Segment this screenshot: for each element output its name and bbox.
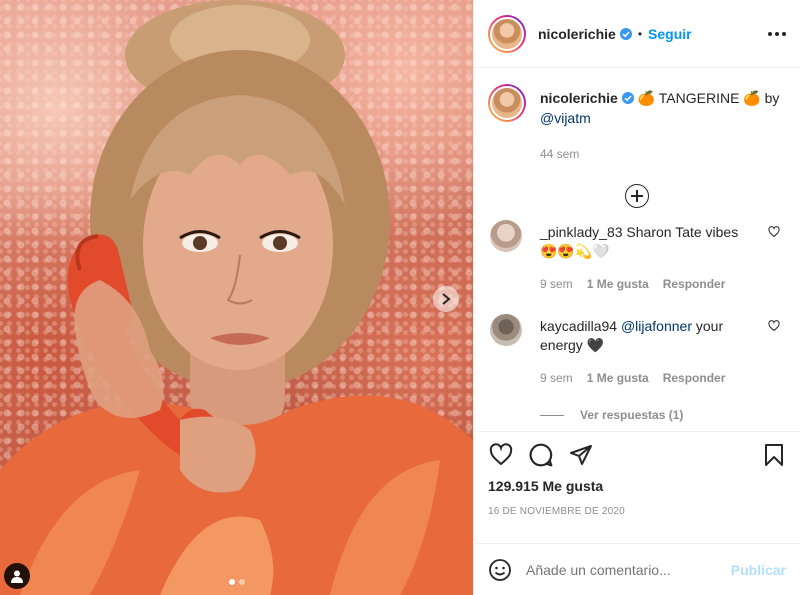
post-header: nicolerichie • Seguir — [474, 0, 800, 68]
action-row — [488, 442, 786, 468]
caption-body: nicolerichie 🍊 TANGERINE 🍊 by @vijatm 44… — [540, 84, 786, 164]
heart-icon[interactable] — [768, 226, 780, 238]
view-replies-button[interactable]: Ver respuestas (1) — [540, 408, 786, 422]
more-options-icon[interactable] — [768, 31, 786, 36]
view-replies-label: Ver respuestas (1) — [580, 408, 684, 422]
replies-divider — [540, 414, 564, 416]
paper-plane-icon — [570, 445, 592, 465]
emoji-button[interactable] — [488, 558, 512, 582]
post-date[interactable]: 16 DE NOVIEMBRE DE 2020 — [488, 506, 786, 517]
caption-text: 🍊 TANGERINE 🍊 by — [637, 90, 780, 106]
comment-button[interactable] — [528, 442, 554, 468]
share-button[interactable] — [568, 443, 594, 467]
comment-bubble-icon — [529, 443, 553, 467]
publish-button[interactable]: Publicar — [731, 562, 786, 578]
post-image[interactable] — [0, 0, 473, 595]
comment-avatar[interactable] — [490, 220, 522, 252]
bookmark-icon — [765, 444, 783, 466]
post-actions: 129.915 Me gusta 16 DE NOVIEMBRE DE 2020 — [474, 431, 800, 543]
comments-list[interactable]: nicolerichie 🍊 TANGERINE 🍊 by @vijatm 44… — [474, 68, 800, 431]
heart-icon — [489, 443, 513, 466]
reply-button[interactable]: Responder — [663, 275, 726, 294]
comment-body: _pinklady_83 Sharon Tate vibes 😍😍💫🤍 9 se… — [540, 220, 760, 294]
like-button[interactable] — [488, 443, 514, 467]
comment-likes[interactable]: 1 Me gusta — [587, 275, 649, 294]
user-icon — [11, 570, 23, 583]
heart-icon[interactable] — [768, 320, 780, 332]
comment-text: Sharon Tate vibes — [626, 224, 739, 240]
caption-username[interactable]: nicolerichie — [540, 90, 618, 106]
save-button[interactable] — [762, 442, 786, 468]
comment-likes[interactable]: 1 Me gusta — [587, 369, 649, 388]
comment-username[interactable]: _pinklady_83 — [540, 224, 623, 240]
carousel-dot-active — [228, 579, 235, 585]
carousel-dot — [238, 579, 245, 585]
comment-body: kaycadilla94 @lijafonner your energy 🖤 9… — [540, 314, 760, 388]
comment-avatar[interactable] — [490, 314, 522, 346]
comment-username[interactable]: kaycadilla94 — [540, 318, 617, 334]
carousel-next-button[interactable] — [433, 286, 459, 312]
load-more-comments[interactable] — [488, 184, 786, 208]
caption-timestamp[interactable]: 44 sem — [540, 144, 786, 164]
caption-avatar[interactable] — [488, 84, 526, 122]
tagged-users-button[interactable] — [4, 563, 30, 589]
author-username[interactable]: nicolerichie — [538, 26, 616, 42]
comment-composer: Publicar — [474, 543, 800, 595]
carousel-indicator — [228, 579, 245, 585]
comment-item: kaycadilla94 @lijafonner your energy 🖤 9… — [488, 314, 786, 388]
portrait-illustration — [0, 0, 473, 595]
comment-meta: 9 sem 1 Me gusta Responder — [540, 369, 760, 388]
comment-item: _pinklady_83 Sharon Tate vibes 😍😍💫🤍 9 se… — [488, 220, 786, 294]
comment-input[interactable] — [526, 561, 731, 578]
chevron-right-icon — [442, 293, 451, 305]
verified-badge-icon — [621, 92, 634, 104]
comment-time[interactable]: 9 sem — [540, 275, 573, 294]
author-avatar[interactable] — [488, 14, 526, 53]
comment-mention[interactable]: @lijafonner — [621, 318, 692, 334]
caption-mention[interactable]: @vijatm — [540, 110, 591, 126]
verified-badge-icon — [619, 27, 632, 40]
reply-button[interactable]: Responder — [663, 369, 726, 388]
plus-circle-icon[interactable] — [625, 184, 649, 208]
comment-emojis: 😍😍💫🤍 — [540, 243, 610, 259]
comment-meta: 9 sem 1 Me gusta Responder — [540, 275, 760, 294]
smiley-icon — [489, 558, 511, 581]
likes-count[interactable]: 129.915 Me gusta — [488, 478, 786, 494]
follow-button[interactable]: Seguir — [648, 26, 692, 42]
separator: • — [637, 26, 643, 41]
post-panel: nicolerichie • Seguir nicolerichie 🍊 TAN… — [473, 0, 800, 595]
post-modal: nicolerichie • Seguir nicolerichie 🍊 TAN… — [0, 0, 800, 595]
comment-time[interactable]: 9 sem — [540, 369, 573, 388]
post-caption: nicolerichie 🍊 TANGERINE 🍊 by @vijatm 44… — [488, 84, 786, 164]
